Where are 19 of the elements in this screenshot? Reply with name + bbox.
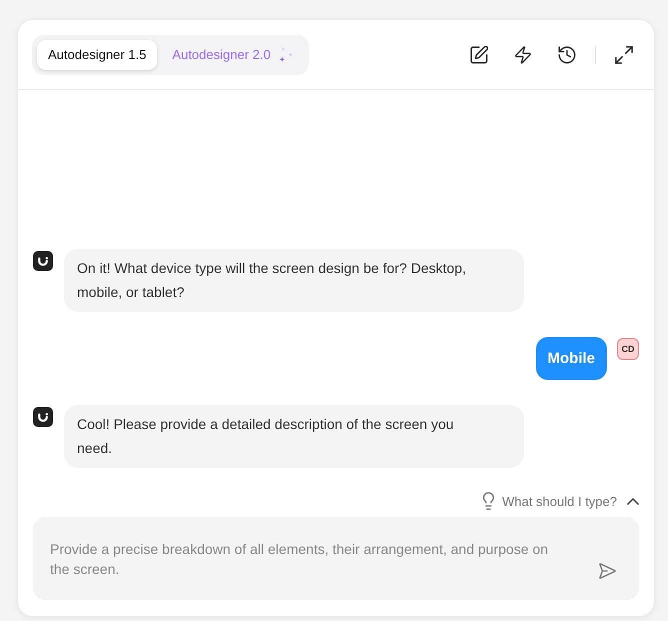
send-icon: [598, 563, 616, 579]
version-tab[interactable]: Autodesigner 2.0: [161, 40, 304, 70]
message-field[interactable]: Provide a precise breakdown of all elements, their arrangement, and purpose on the screen.: [33, 517, 639, 600]
user-message: Mobile: [536, 337, 607, 380]
lightning-icon: [515, 46, 531, 64]
history-icon: [558, 46, 576, 64]
bot-message: On it! What device type will the screen design be for? Desktop, mobile, or tablet?: [64, 249, 524, 312]
lightbulb-icon: [482, 492, 496, 510]
chevron-up-icon: [627, 498, 639, 504]
bot-message: Cool! Please provide a detailed description of the screen you need.: [64, 405, 524, 468]
expand-icon: [615, 46, 633, 64]
bot-avatar-icon: [33, 251, 53, 271]
edit-icon: [470, 46, 488, 64]
sparkle-icon: [278, 46, 293, 62]
user-avatar: CD: [617, 338, 639, 360]
send-button[interactable]: [597, 561, 617, 581]
bot-avatar-icon: [33, 407, 53, 427]
hint-toggle[interactable]: What should I type?: [482, 491, 639, 511]
version-tab[interactable]: Autodesigner 1.5: [37, 40, 158, 70]
